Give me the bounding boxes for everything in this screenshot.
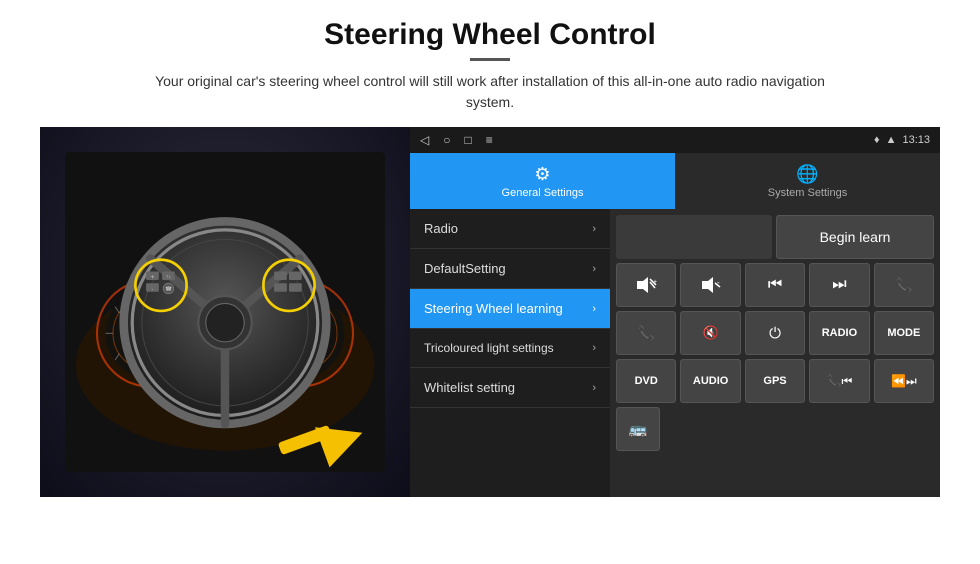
dvd-button[interactable]: DVD — [616, 359, 676, 403]
begin-learn-button[interactable]: Begin learn — [776, 215, 934, 259]
system-globe-icon: 🌐 — [796, 164, 818, 185]
menu-default-label: DefaultSetting — [424, 261, 506, 276]
svg-text:-: - — [717, 278, 720, 287]
tab-system-label: System Settings — [768, 187, 847, 199]
main-area: Radio › DefaultSetting › Steering Wheel … — [410, 209, 940, 497]
control-row-5: 🚌 — [616, 407, 934, 451]
recents-nav-btn[interactable]: □ — [464, 133, 471, 147]
home-nav-btn[interactable]: ○ — [443, 133, 450, 147]
volume-down-button[interactable]: - — [680, 263, 740, 307]
chevron-icon: › — [592, 382, 596, 394]
volume-up-button[interactable]: + — [616, 263, 676, 307]
steering-wheel-bg: + - ↑↓ ☎ — [40, 127, 410, 497]
nav-buttons: ◁ ○ □ ≡ — [420, 133, 493, 147]
status-bar: ◁ ○ □ ≡ ♦ ▲ 13:13 — [410, 127, 940, 153]
status-icons: ♦ ▲ 13:13 — [874, 134, 930, 146]
menu-item-whitelist[interactable]: Whitelist setting › — [410, 368, 610, 408]
menu-nav-btn[interactable]: ≡ — [486, 133, 493, 147]
phone-prev-button[interactable]: 📞⏮ — [809, 359, 869, 403]
prev-track-button[interactable]: ⏮ — [745, 263, 805, 307]
location-icon: ♦ — [874, 134, 880, 146]
power-button[interactable]: ⏻ — [745, 311, 805, 355]
mode-button[interactable]: MODE — [874, 311, 934, 355]
page-subtitle: Your original car's steering wheel contr… — [140, 71, 840, 113]
title-divider — [470, 58, 510, 61]
clock: 13:13 — [902, 134, 930, 146]
menu-tricoloured-label: Tricoloured light settings — [424, 341, 554, 355]
control-row-1: Begin learn — [616, 215, 934, 259]
control-row-2: + - ⏮ ⏭ 📞 — [616, 263, 934, 307]
call-accept-button[interactable]: 📞 — [616, 311, 676, 355]
radio-button[interactable]: RADIO — [809, 311, 869, 355]
tab-bar: ⚙ General Settings 🌐 System Settings — [410, 153, 940, 209]
svg-text:+: + — [653, 279, 657, 286]
android-screen: ◁ ○ □ ≡ ♦ ▲ 13:13 ⚙ General Settings — [410, 127, 940, 497]
svg-text:+: + — [151, 274, 155, 281]
page-wrapper: Steering Wheel Control Your original car… — [0, 0, 980, 507]
page-title: Steering Wheel Control — [40, 18, 940, 52]
control-row-3: 📞 🔇 ⏻ RADIO MODE — [616, 311, 934, 355]
menu-item-default[interactable]: DefaultSetting › — [410, 249, 610, 289]
content-row: + - ↑↓ ☎ — [40, 127, 940, 497]
tab-system-settings[interactable]: 🌐 System Settings — [675, 153, 940, 209]
menu-panel: Radio › DefaultSetting › Steering Wheel … — [410, 209, 610, 497]
chevron-icon: › — [592, 263, 596, 275]
svg-text:☎: ☎ — [165, 287, 172, 293]
chevron-icon: › — [592, 342, 596, 354]
tab-general-label: General Settings — [502, 187, 584, 199]
title-section: Steering Wheel Control Your original car… — [40, 18, 940, 113]
empty-display-box — [616, 215, 772, 259]
wifi-icon: ▲ — [886, 134, 897, 146]
chevron-icon: › — [592, 223, 596, 235]
menu-item-steering[interactable]: Steering Wheel learning › — [410, 289, 610, 329]
menu-steering-label: Steering Wheel learning — [424, 301, 563, 316]
menu-whitelist-label: Whitelist setting — [424, 380, 515, 395]
steering-wheel-svg: + - ↑↓ ☎ — [65, 152, 385, 472]
mute-button[interactable]: 🔇 — [680, 311, 740, 355]
audio-button[interactable]: AUDIO — [680, 359, 740, 403]
menu-item-radio[interactable]: Radio › — [410, 209, 610, 249]
control-row-4: DVD AUDIO GPS 📞⏮ ⏪⏭ — [616, 359, 934, 403]
tab-general-settings[interactable]: ⚙ General Settings — [410, 153, 675, 209]
menu-radio-label: Radio — [424, 221, 458, 236]
settings-gear-icon: ⚙ — [534, 164, 550, 185]
gps-button[interactable]: GPS — [745, 359, 805, 403]
next-track-button[interactable]: ⏭ — [809, 263, 869, 307]
chevron-active-icon: › — [592, 303, 596, 315]
back-nav-btn[interactable]: ◁ — [420, 133, 429, 147]
svg-text:↑↓: ↑↓ — [166, 274, 171, 280]
photo-section: + - ↑↓ ☎ — [40, 127, 410, 497]
prev-next-button[interactable]: ⏪⏭ — [874, 359, 934, 403]
phone-answer-button[interactable]: 📞 — [874, 263, 934, 307]
control-panel: Begin learn + - ⏮ ⏭ 📞 — [610, 209, 940, 497]
svg-text:-: - — [152, 287, 154, 293]
bus-icon-button[interactable]: 🚌 — [616, 407, 660, 451]
menu-item-tricoloured[interactable]: Tricoloured light settings › — [410, 329, 610, 368]
